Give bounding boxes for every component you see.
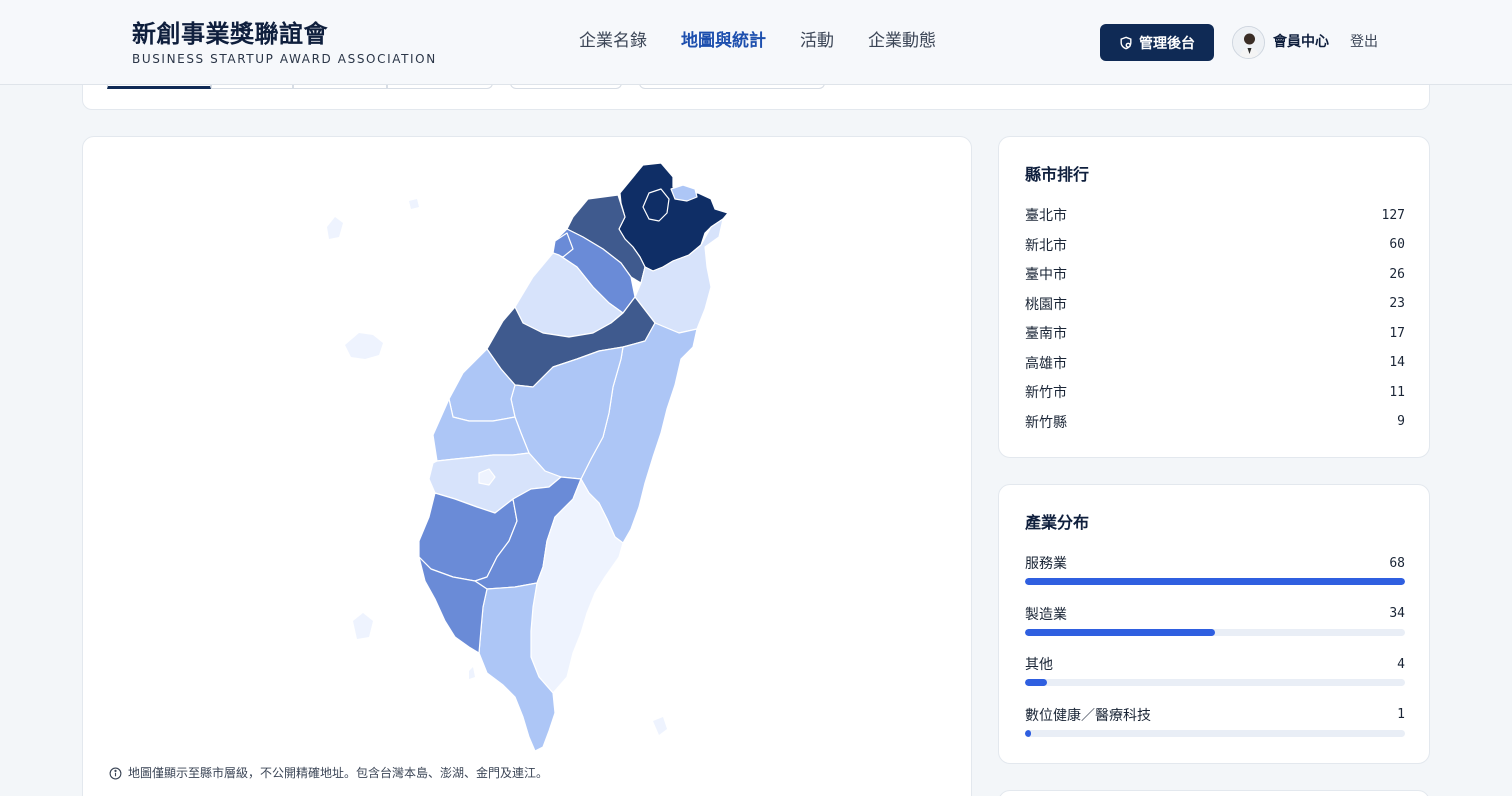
- ranking-row[interactable]: 新竹市 11: [1025, 382, 1405, 402]
- avatar[interactable]: [1232, 26, 1265, 59]
- industry-distribution-card: 產業分布 服務業 68 製造業 34 其他 4 數位健康／醫療科技 1: [998, 484, 1430, 764]
- ranking-row[interactable]: 臺南市 17: [1025, 323, 1405, 343]
- top-header: 新創事業獎聯誼會 BUSINESS STARTUP AWARD ASSOCIAT…: [0, 0, 1512, 85]
- ranking-count: 9: [1397, 414, 1405, 429]
- map-note: 地圖僅顯示至縣市層級，不公開精確地址。包含台灣本島、澎湖、金門及連江。: [109, 765, 548, 781]
- ranking-row[interactable]: 高雄市 14: [1025, 353, 1405, 373]
- ranking-count: 14: [1389, 355, 1405, 370]
- industry-bar-track: [1025, 578, 1405, 585]
- industry-bar-fill: [1025, 679, 1048, 686]
- ranking-county-name: 新北市: [1025, 237, 1067, 254]
- next-card: [998, 790, 1430, 796]
- user-photo-icon: [1233, 27, 1264, 58]
- admin-button[interactable]: 管理後台: [1100, 24, 1214, 61]
- nav-item-map-stats[interactable]: 地圖與統計: [681, 30, 766, 52]
- nav-item-directory[interactable]: 企業名錄: [579, 30, 647, 52]
- member-center-link[interactable]: 會員中心: [1273, 33, 1329, 51]
- nav-item-events[interactable]: 活動: [800, 30, 834, 52]
- ranking-row[interactable]: 臺北市 127: [1025, 205, 1405, 225]
- industry-count: 1: [1397, 707, 1405, 722]
- island-small: [409, 199, 419, 209]
- ranking-count: 23: [1389, 296, 1405, 311]
- region-keelung[interactable]: [670, 184, 698, 202]
- ranking-count: 60: [1389, 237, 1405, 252]
- industry-row[interactable]: 其他 4: [1025, 654, 1405, 686]
- ranking-county-name: 臺南市: [1025, 326, 1067, 342]
- ranking-row[interactable]: 臺中市 26: [1025, 264, 1405, 284]
- industry-count: 4: [1397, 656, 1405, 672]
- ranking-count: 127: [1381, 207, 1405, 223]
- island-small: [469, 667, 475, 679]
- ranking-county-name: 臺中市: [1025, 267, 1067, 283]
- ranking-row[interactable]: 桃園市 23: [1025, 294, 1405, 314]
- industry-title: 產業分布: [1025, 513, 1090, 532]
- industry-count: 34: [1389, 606, 1405, 621]
- ranking-count: 11: [1389, 384, 1405, 400]
- industry-count: 68: [1389, 555, 1405, 571]
- logout-link[interactable]: 登出: [1350, 33, 1378, 51]
- industry-name: 其他: [1025, 657, 1053, 673]
- county-ranking-title: 縣市排行: [1025, 165, 1090, 184]
- ranking-county-name: 新竹縣: [1025, 414, 1067, 431]
- industry-row[interactable]: 數位健康／醫療科技 1: [1025, 705, 1405, 737]
- nav-item-news[interactable]: 企業動態: [868, 30, 936, 52]
- admin-button-label: 管理後台: [1139, 35, 1195, 52]
- industry-row[interactable]: 製造業 34: [1025, 604, 1405, 636]
- shield-icon: [1120, 36, 1132, 49]
- island-small: [353, 613, 373, 639]
- industry-name: 服務業: [1025, 556, 1067, 572]
- info-icon: [109, 767, 122, 779]
- ranking-count: 26: [1389, 266, 1405, 282]
- ranking-row[interactable]: 新北市 60: [1025, 235, 1405, 255]
- ranking-county-name: 新竹市: [1025, 385, 1067, 401]
- brand[interactable]: 新創事業獎聯誼會 BUSINESS STARTUP AWARD ASSOCIAT…: [132, 19, 437, 66]
- brand-title: 新創事業獎聯誼會: [132, 20, 328, 48]
- map-note-text: 地圖僅顯示至縣市層級，不公開精確地址。包含台灣本島、澎湖、金門及連江。: [128, 766, 549, 780]
- island-small: [327, 217, 343, 239]
- ranking-county-name: 高雄市: [1025, 355, 1067, 372]
- industry-bar-fill: [1025, 729, 1031, 737]
- ranking-county-name: 臺北市: [1025, 208, 1067, 224]
- ranking-county-name: 桃園市: [1025, 296, 1067, 313]
- county-ranking-card: 縣市排行 臺北市 127 新北市 60 臺中市 26 桃園市 23 臺南市 17 高雄市 14 新竹市 1…: [998, 136, 1430, 458]
- industry-bar-track: [1025, 628, 1405, 636]
- ranking-row[interactable]: 新竹縣 9: [1025, 412, 1405, 432]
- island-small: [653, 717, 667, 735]
- industry-row[interactable]: 服務業 68: [1025, 553, 1405, 585]
- main-nav: 企業名錄 地圖與統計 活動 企業動態: [579, 30, 936, 52]
- industry-bar-fill: [1025, 628, 1215, 636]
- taiwan-choropleth-map: [327, 162, 729, 752]
- map-card: 地圖僅顯示至縣市層級，不公開精確地址。包含台灣本島、澎湖、金門及連江。: [82, 136, 972, 796]
- region-penghu[interactable]: [345, 333, 383, 359]
- industry-bar-track: [1025, 729, 1405, 737]
- industry-bar-track: [1025, 679, 1405, 686]
- industry-name: 數位健康／醫療科技: [1025, 707, 1151, 724]
- industry-bar-fill: [1025, 578, 1405, 585]
- ranking-count: 17: [1389, 325, 1405, 341]
- industry-name: 製造業: [1025, 606, 1067, 623]
- brand-subtitle: BUSINESS STARTUP AWARD ASSOCIATION: [132, 52, 437, 66]
